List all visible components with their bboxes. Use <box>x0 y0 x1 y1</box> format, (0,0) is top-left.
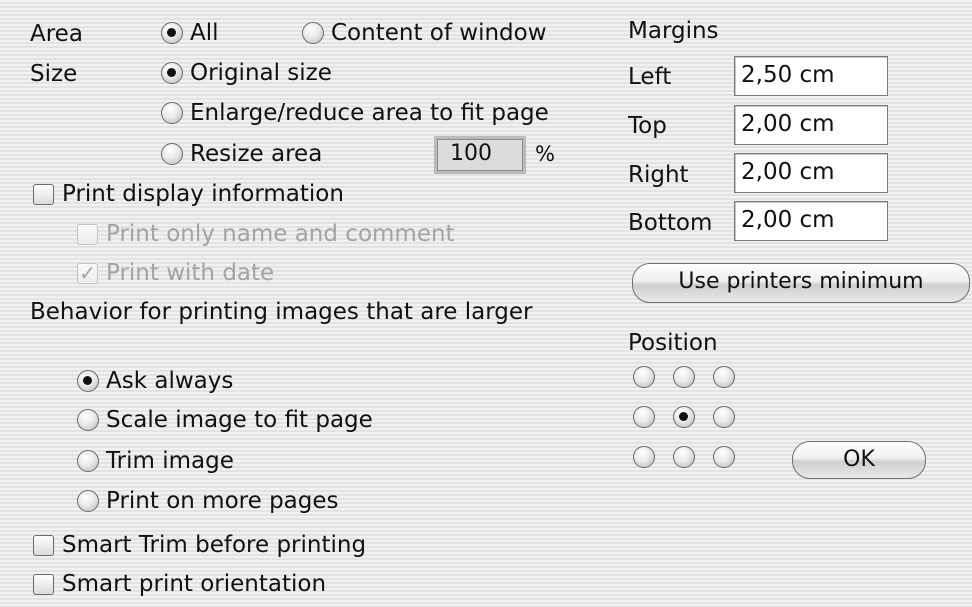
margin-top-label: Top <box>628 113 667 139</box>
use-printers-minimum-button[interactable]: Use printers minimum <box>632 263 970 303</box>
area-content-window-radio[interactable]: Content of window <box>302 20 547 46</box>
resize-percent-input[interactable]: 100 <box>434 136 526 174</box>
position-middle-left-radio[interactable] <box>633 406 655 428</box>
margin-bottom-label: Bottom <box>628 210 713 236</box>
position-bottom-right-radio[interactable] <box>713 446 735 468</box>
area-all-radio[interactable]: All <box>161 20 219 46</box>
trim-image-label: Trim image <box>106 448 234 474</box>
checkbox-unchecked-icon <box>33 183 54 205</box>
radio-unselected-icon <box>302 22 324 44</box>
print-more-pages-label: Print on more pages <box>106 488 339 514</box>
radio-unselected-icon <box>77 409 99 431</box>
print-display-info-checkbox[interactable]: Print display information <box>33 181 344 207</box>
checkmark-icon: ✓ <box>77 262 98 284</box>
smart-trim-label: Smart Trim before printing <box>62 532 367 558</box>
position-top-center-radio[interactable] <box>673 366 695 388</box>
margin-bottom-input[interactable]: 2,00 cm <box>734 201 888 241</box>
ask-always-radio[interactable]: Ask always <box>77 368 233 394</box>
position-top-right-radio[interactable] <box>713 366 735 388</box>
margin-left-label: Left <box>628 64 672 90</box>
scale-to-fit-radio[interactable]: Scale image to fit page <box>77 407 373 433</box>
position-title: Position <box>628 330 718 356</box>
print-settings-dialog: { "area": { "label": "Area", "options": … <box>0 0 972 607</box>
checkbox-unchecked-icon <box>77 223 98 245</box>
radio-unselected-icon <box>161 143 183 165</box>
print-display-info-label: Print display information <box>62 181 344 207</box>
radio-unselected-icon <box>77 450 99 472</box>
print-name-comment-checkbox[interactable]: Print only name and comment <box>77 221 455 247</box>
size-fit-page-radio[interactable]: Enlarge/reduce area to fit page <box>161 100 549 126</box>
radio-selected-icon <box>161 62 183 84</box>
radio-unselected-icon <box>77 490 99 512</box>
size-label: Size <box>30 61 78 87</box>
position-top-left-radio[interactable] <box>633 366 655 388</box>
size-original-label: Original size <box>190 60 332 86</box>
radio-selected-icon <box>77 370 99 392</box>
print-with-date-label: Print with date <box>106 260 275 286</box>
resize-percent-unit: % <box>535 142 555 166</box>
area-content-window-label: Content of window <box>331 20 547 46</box>
smart-orientation-label: Smart print orientation <box>62 571 327 597</box>
margin-right-input[interactable]: 2,00 cm <box>734 153 888 193</box>
large-images-heading: Behavior for printing images that are la… <box>30 299 533 325</box>
area-all-label: All <box>190 20 219 46</box>
margin-left-input[interactable]: 2,50 cm <box>734 56 888 96</box>
position-bottom-left-radio[interactable] <box>633 446 655 468</box>
area-label: Area <box>30 21 83 47</box>
margin-right-label: Right <box>628 162 689 188</box>
size-original-radio[interactable]: Original size <box>161 60 332 86</box>
scale-to-fit-label: Scale image to fit page <box>106 407 373 433</box>
margin-top-input[interactable]: 2,00 cm <box>734 105 888 145</box>
ok-button[interactable]: OK <box>792 441 926 479</box>
radio-selected-icon <box>161 22 183 44</box>
checkbox-unchecked-icon <box>33 534 54 556</box>
position-grid <box>633 366 735 468</box>
size-resize-label: Resize area <box>190 141 323 167</box>
ask-always-label: Ask always <box>106 368 234 394</box>
position-middle-right-radio[interactable] <box>713 406 735 428</box>
position-center-radio[interactable] <box>673 406 695 428</box>
print-more-pages-radio[interactable]: Print on more pages <box>77 488 339 514</box>
smart-trim-checkbox[interactable]: Smart Trim before printing <box>33 532 366 558</box>
checkbox-unchecked-icon <box>33 573 54 595</box>
margins-title: Margins <box>628 18 719 44</box>
radio-unselected-icon <box>161 102 183 124</box>
print-with-date-checkbox[interactable]: ✓ Print with date <box>77 260 274 286</box>
print-name-comment-label: Print only name and comment <box>106 221 455 247</box>
size-resize-radio[interactable]: Resize area <box>161 141 322 167</box>
size-fit-page-label: Enlarge/reduce area to fit page <box>190 100 549 126</box>
trim-image-radio[interactable]: Trim image <box>77 448 234 474</box>
smart-orientation-checkbox[interactable]: Smart print orientation <box>33 571 326 597</box>
position-bottom-center-radio[interactable] <box>673 446 695 468</box>
